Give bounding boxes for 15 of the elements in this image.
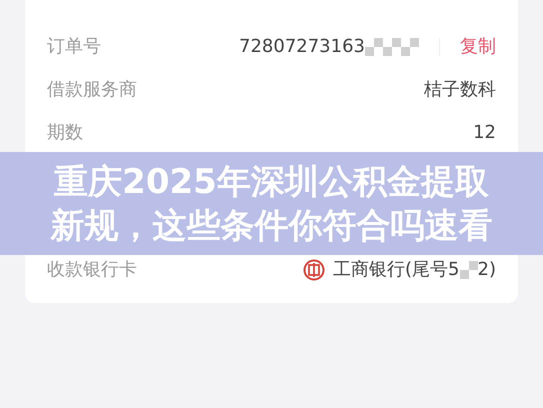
banner-title-line: 重庆2025年深圳公积金提取: [54, 160, 489, 204]
bank-card-value: 工商银行(尾号5: [333, 258, 460, 282]
row-label: 收款银行卡: [47, 258, 137, 282]
banner-title-line: 新规，这些条件你符合吗速看: [50, 204, 492, 248]
copy-link[interactable]: 复制: [460, 33, 496, 60]
row-value: 12: [473, 121, 496, 145]
row-label: 订单号: [47, 35, 101, 59]
bank-logo-icon: [303, 258, 326, 280]
blur-mosaic-icon: [365, 38, 419, 56]
row-value: 桔子数科: [424, 78, 496, 102]
bank-card-value-end: 2): [478, 258, 496, 282]
blur-mosaic-icon: [460, 260, 478, 278]
row-label: 借款服务商: [47, 78, 137, 102]
row-label: 期数: [47, 121, 83, 145]
order-number: 72807273163: [239, 35, 365, 59]
